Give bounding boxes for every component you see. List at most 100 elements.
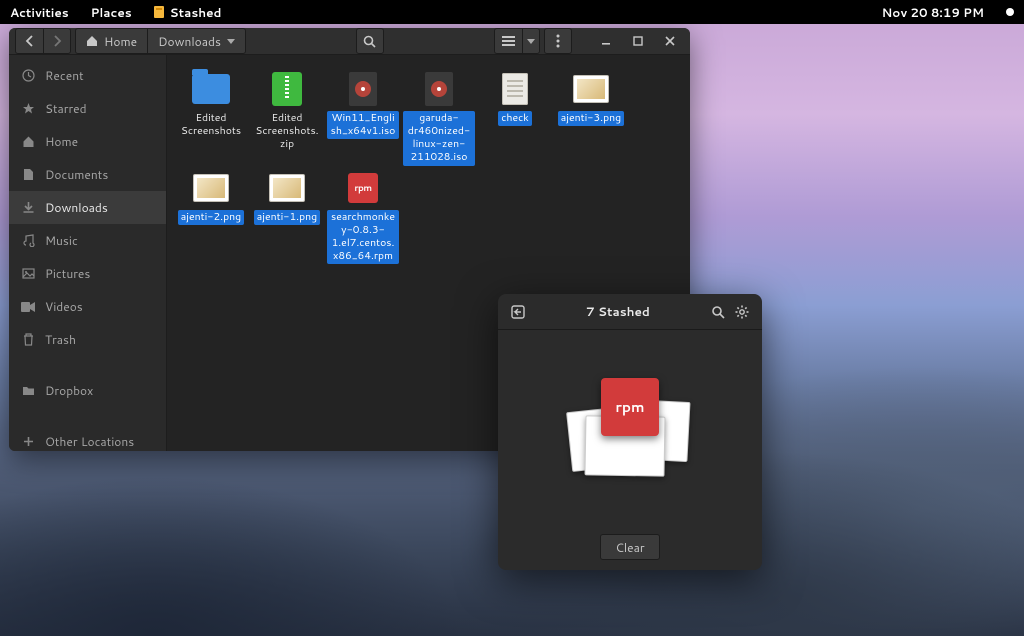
sidebar-item-pictures[interactable]: Pictures xyxy=(9,257,166,290)
chevron-down-icon xyxy=(527,39,535,44)
maximize-button[interactable] xyxy=(624,28,652,54)
sidebar-item-videos[interactable]: Videos xyxy=(9,290,166,323)
path-home[interactable]: Home xyxy=(75,28,147,54)
clock-icon xyxy=(21,69,35,82)
file-name-label: ajenti-1.png xyxy=(254,210,320,225)
stash-icon xyxy=(154,6,164,18)
sidebar-item-label: Trash xyxy=(45,331,76,348)
files-icon-grid: Edited ScreenshotsEdited Screenshots.zip… xyxy=(175,71,682,264)
home-icon xyxy=(86,35,98,47)
sidebar-item-starred[interactable]: Starred xyxy=(9,92,166,125)
rpm-icon: rpm xyxy=(343,170,383,206)
file-item[interactable]: Edited Screenshots xyxy=(175,71,247,166)
file-name-label: garuda-dr460nized-linux-zen-211028.iso xyxy=(403,111,475,166)
hamburger-menu[interactable] xyxy=(544,28,572,54)
stash-window: 7 Stashed rpm Clear xyxy=(498,294,762,570)
sidebar-item-label: Home xyxy=(45,133,78,150)
iso-icon xyxy=(419,71,459,107)
stash-body[interactable]: rpm xyxy=(498,330,762,524)
sidebar-item-music[interactable]: Music xyxy=(9,224,166,257)
clear-button[interactable]: Clear xyxy=(600,534,659,560)
file-item[interactable]: Win11_English_x64v1.iso xyxy=(327,71,399,166)
clock[interactable]: Nov 20 8:19 PM xyxy=(882,4,984,21)
stash-preview-stack: rpm xyxy=(565,372,695,482)
gear-icon xyxy=(735,305,749,319)
search-icon xyxy=(363,35,376,48)
folder-icon xyxy=(191,71,231,107)
stash-search-button[interactable] xyxy=(706,300,730,324)
nav-back-forward xyxy=(15,28,71,54)
sidebar-item-label: Recent xyxy=(45,67,84,84)
sidebar-item-other-locations[interactable]: Other Locations xyxy=(9,425,166,451)
stashed-label: Stashed xyxy=(170,4,222,21)
path-current[interactable]: Downloads xyxy=(147,28,246,54)
text-icon xyxy=(495,71,535,107)
activities-button[interactable]: Activities xyxy=(10,4,69,21)
search-button[interactable] xyxy=(356,28,384,54)
minimize-button[interactable] xyxy=(592,28,620,54)
sidebar-item-label: Dropbox xyxy=(45,382,93,399)
places-menu[interactable]: Places xyxy=(91,4,132,21)
file-item[interactable]: ajenti-1.png xyxy=(251,170,323,265)
sidebar-item-documents[interactable]: Documents xyxy=(9,158,166,191)
system-status-area[interactable] xyxy=(1006,8,1014,16)
zip-icon xyxy=(267,71,307,107)
maximize-icon xyxy=(633,36,643,46)
image-icon xyxy=(191,170,231,206)
path-bar: Home Downloads xyxy=(75,28,246,54)
plus-icon xyxy=(21,436,35,447)
trash-icon xyxy=(21,333,35,346)
file-name-label: searchmonkey-0.8.3-1.el7.centos.x86_64.r… xyxy=(327,210,399,265)
view-mode-button[interactable] xyxy=(494,28,522,54)
sidebar-item-recent[interactable]: Recent xyxy=(9,59,166,92)
sidebar-item-dropbox[interactable]: Dropbox xyxy=(9,374,166,407)
image-icon xyxy=(267,170,307,206)
stash-header: 7 Stashed xyxy=(498,294,762,330)
sidebar-item-downloads[interactable]: Downloads xyxy=(9,191,166,224)
path-current-label: Downloads xyxy=(158,33,221,50)
close-button[interactable] xyxy=(656,28,684,54)
file-item[interactable]: garuda-dr460nized-linux-zen-211028.iso xyxy=(403,71,475,166)
back-button[interactable] xyxy=(15,28,43,54)
path-home-label: Home xyxy=(104,33,137,50)
iso-icon xyxy=(343,71,383,107)
sidebar-item-trash[interactable]: Trash xyxy=(9,323,166,356)
rpm-label: rpm xyxy=(615,397,644,417)
files-header-bar: Home Downloads xyxy=(9,28,690,55)
sidebar-item-label: Starred xyxy=(45,100,87,117)
home-icon xyxy=(21,135,35,148)
file-item[interactable]: ajenti-3.png xyxy=(555,71,627,166)
minimize-icon xyxy=(601,36,611,46)
sidebar-item-label: Other Locations xyxy=(45,433,134,450)
stash-footer: Clear xyxy=(498,524,762,570)
forward-button[interactable] xyxy=(43,28,71,54)
picture-icon xyxy=(21,267,35,280)
folder-icon xyxy=(21,385,35,396)
file-name-label: check xyxy=(498,111,532,126)
file-name-label: Edited Screenshots.zip xyxy=(251,111,323,152)
stash-pop-button[interactable] xyxy=(506,300,530,324)
file-item[interactable]: check xyxy=(479,71,551,166)
stash-title: 7 Stashed xyxy=(530,303,706,320)
file-name-label: Win11_English_x64v1.iso xyxy=(327,111,399,139)
star-icon xyxy=(21,102,35,115)
sidebar-item-label: Pictures xyxy=(45,265,90,282)
sidebar-item-label: Downloads xyxy=(45,199,108,216)
close-icon xyxy=(665,36,675,46)
file-name-label: ajenti-3.png xyxy=(558,111,624,126)
sidebar-item-label: Videos xyxy=(45,298,83,315)
video-icon xyxy=(21,302,35,312)
sidebar-item-home[interactable]: Home xyxy=(9,125,166,158)
files-sidebar: Recent Starred Home Documents Downloads Music… xyxy=(9,55,167,451)
stashed-indicator[interactable]: Stashed xyxy=(154,4,222,21)
gnome-top-bar: Activities Places Stashed Nov 20 8:19 PM xyxy=(0,0,1024,24)
file-item[interactable]: Edited Screenshots.zip xyxy=(251,71,323,166)
file-item[interactable]: ajenti-2.png xyxy=(175,170,247,265)
download-icon xyxy=(21,201,35,214)
list-view-icon xyxy=(502,36,515,46)
kebab-icon xyxy=(556,34,560,48)
file-name-label: ajenti-2.png xyxy=(178,210,244,225)
stash-settings-button[interactable] xyxy=(730,300,754,324)
view-options-button[interactable] xyxy=(522,28,540,54)
file-item[interactable]: rpm searchmonkey-0.8.3-1.el7.centos.x86_6… xyxy=(327,170,399,265)
